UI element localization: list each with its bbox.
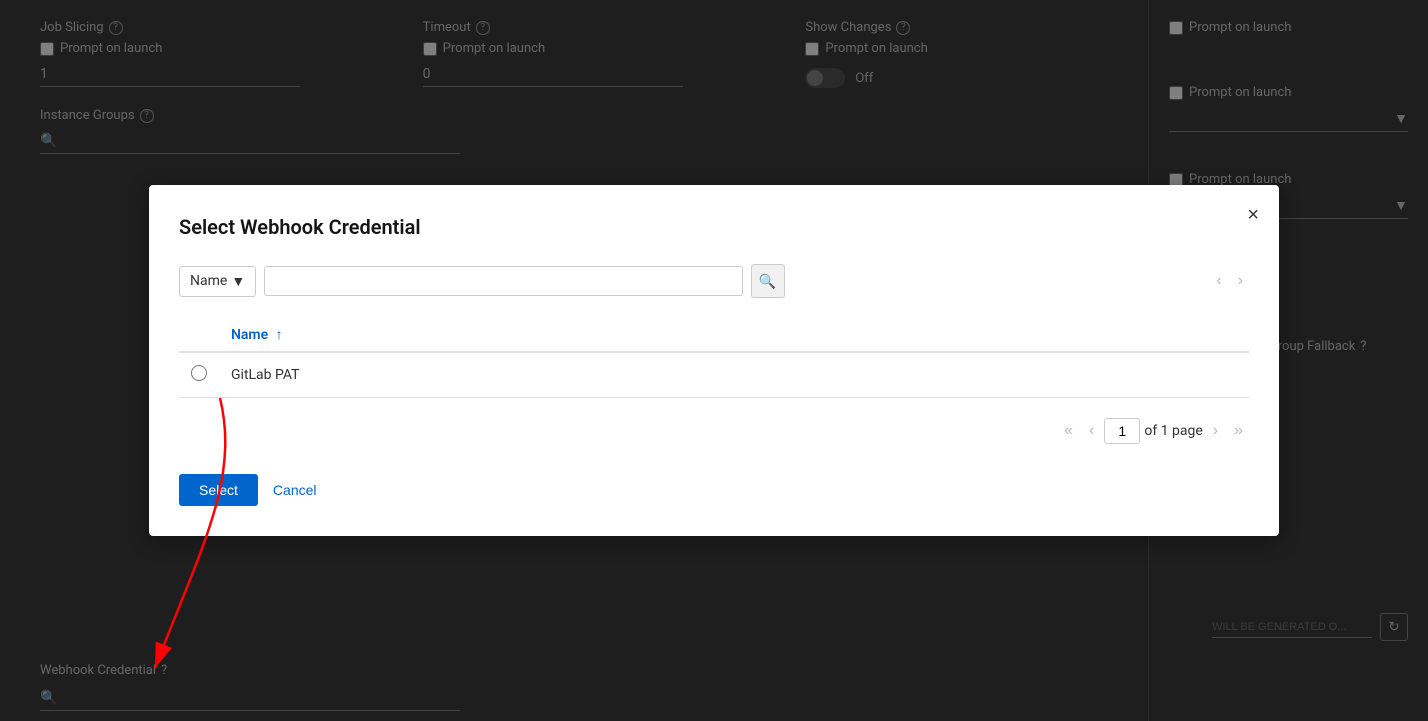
sort-icon: ↑: [276, 327, 283, 343]
table-col-name[interactable]: Name ↑: [219, 318, 1249, 352]
modal-footer: Select Cancel: [179, 474, 1249, 506]
modal-dialog: Select Webhook Credential × Name ▼ 🔍 ‹ ›: [149, 185, 1279, 536]
modal-search-bar: Name ▼ 🔍 ‹ ›: [179, 264, 1249, 298]
filter-dropdown[interactable]: Name ▼: [179, 266, 256, 297]
prev-page-button[interactable]: ‹: [1083, 420, 1100, 442]
modal-overlay: Select Webhook Credential × Name ▼ 🔍 ‹ ›: [0, 0, 1428, 721]
pagination-next-button[interactable]: ›: [1232, 270, 1249, 292]
search-button[interactable]: 🔍: [751, 264, 785, 298]
pagination-bottom: « ‹ of 1 page › »: [179, 418, 1249, 444]
first-page-button[interactable]: «: [1058, 420, 1079, 442]
credential-radio[interactable]: [191, 365, 207, 381]
page-number-input[interactable]: [1104, 418, 1140, 444]
search-button-icon: 🔍: [759, 273, 776, 290]
modal-close-button[interactable]: ×: [1247, 205, 1259, 225]
modal-title: Select Webhook Credential: [179, 215, 1249, 239]
table-row: GitLab PAT: [179, 352, 1249, 398]
select-button[interactable]: Select: [179, 474, 258, 506]
cancel-button[interactable]: Cancel: [273, 482, 317, 498]
pagination-top: ‹ ›: [793, 270, 1249, 292]
filter-dropdown-label: Name: [190, 273, 227, 289]
table-cell-radio[interactable]: [179, 352, 219, 398]
filter-dropdown-arrow-icon: ▼: [231, 273, 245, 290]
page-info-text: of 1 page: [1144, 423, 1202, 439]
search-input[interactable]: [264, 266, 742, 296]
pagination-prev-button[interactable]: ‹: [1210, 270, 1227, 292]
credential-table: Name ↑ GitLab PAT: [179, 318, 1249, 398]
last-page-button[interactable]: »: [1228, 420, 1249, 442]
table-header-row: Name ↑: [179, 318, 1249, 352]
table-col-select: [179, 318, 219, 352]
next-page-button[interactable]: ›: [1207, 420, 1224, 442]
table-cell-name: GitLab PAT: [219, 352, 1249, 398]
